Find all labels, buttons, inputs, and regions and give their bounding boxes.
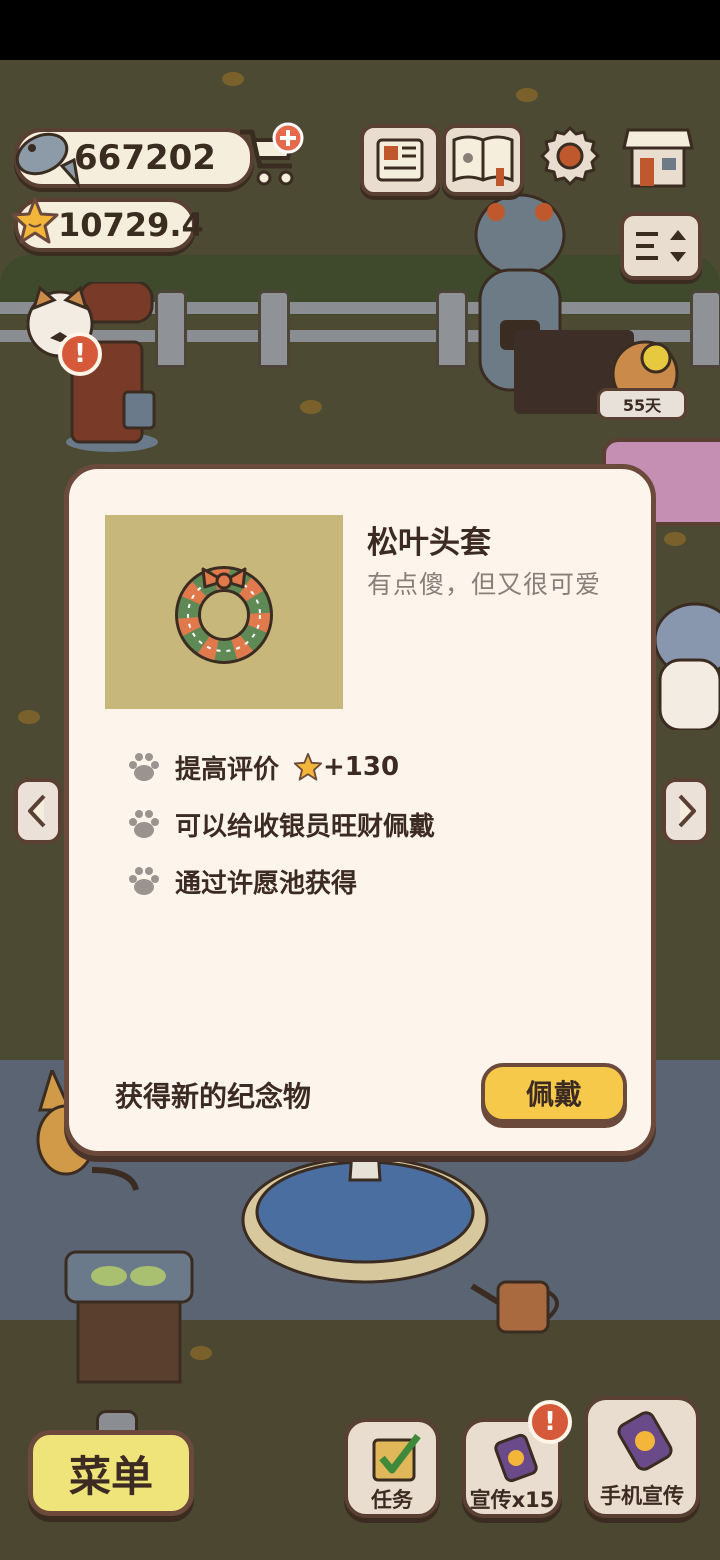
prev-arrow-button[interactable] [14, 778, 62, 844]
phone-promo-button[interactable]: 手机宣传 [584, 1396, 700, 1518]
settings-button[interactable] [538, 124, 602, 188]
falling-leaf [300, 400, 322, 414]
attribute-row: 提高评价 +130 [125, 747, 399, 787]
layout-toggle-icon [636, 230, 686, 262]
tasks-label: 任务 [371, 1488, 413, 1512]
paw-icon [129, 753, 159, 781]
wishing-fountain[interactable] [240, 1140, 490, 1290]
fish-icon [12, 124, 82, 189]
falling-leaf [516, 88, 538, 102]
paw-icon [129, 810, 159, 838]
promo-label: 宣传x15 [469, 1488, 555, 1512]
bulldog-character[interactable] [650, 580, 720, 732]
phone-promo-icon [617, 1411, 673, 1471]
item-description: 有点傻，但又很可爱 [367, 570, 602, 599]
fish-amount: 667202 [74, 138, 216, 178]
star-icon [10, 196, 60, 246]
promo-flyer-icon [494, 1433, 538, 1483]
attribute-text: 提高评价 [175, 754, 280, 785]
attribute-text: 通过许愿池获得 [175, 868, 358, 899]
souvenir-dialog: 松叶头套 有点傻，但又很可爱 提高评价 +130 可以给收银员旺财佩戴 通过许愿… [64, 464, 656, 1156]
days-badge: 55天 [597, 388, 687, 420]
wear-button[interactable]: 佩戴 [481, 1063, 627, 1123]
tasks-button[interactable]: 任务 [344, 1418, 440, 1518]
star-icon [293, 752, 323, 781]
chevron-left-icon [28, 794, 46, 828]
falling-leaf [222, 72, 244, 86]
new-souvenir-message: 获得新的纪念物 [115, 1080, 312, 1113]
promo-alert-badge: ! [528, 1400, 572, 1444]
fish-tank-table[interactable] [64, 1250, 194, 1385]
star-currency-display: 10729.4 [11, 197, 204, 252]
chevron-right-icon [678, 794, 696, 828]
shop-button[interactable] [622, 120, 694, 190]
newspaper-button[interactable] [360, 124, 440, 196]
layout-toggle-button[interactable] [620, 212, 702, 280]
falling-leaf [664, 532, 686, 546]
catalog-button[interactable] [442, 124, 524, 196]
catalog-book-icon [452, 135, 514, 186]
paw-icon [129, 867, 159, 895]
next-arrow-button[interactable] [662, 778, 710, 844]
newspaper-icon [376, 138, 424, 182]
item-image-frame [105, 515, 343, 709]
watering-can[interactable] [468, 1272, 568, 1336]
checklist-icon [372, 1433, 421, 1482]
falling-leaf [18, 710, 40, 724]
cart-plus-icon [240, 122, 304, 186]
attribute-row: 可以给收银员旺财佩戴 [125, 804, 435, 844]
attribute-text: 可以给收银员旺财佩戴 [175, 811, 436, 842]
pine-wreath-icon [175, 566, 273, 664]
attribute-row: 通过许愿池获得 [125, 861, 357, 901]
settings-gear-icon [540, 126, 600, 186]
rating-bonus: +130 [323, 752, 400, 782]
shop-icon [622, 128, 694, 188]
shop-cart-add-button[interactable] [236, 122, 304, 188]
phone-promo-label: 手机宣传 [600, 1484, 684, 1508]
menu-button[interactable]: 菜单 [28, 1430, 194, 1516]
alert-badge: ! [58, 332, 102, 376]
fish-currency-display: 667202 [14, 128, 254, 189]
star-amount: 10729.4 [58, 206, 204, 244]
item-name: 松叶头套 [367, 525, 491, 561]
